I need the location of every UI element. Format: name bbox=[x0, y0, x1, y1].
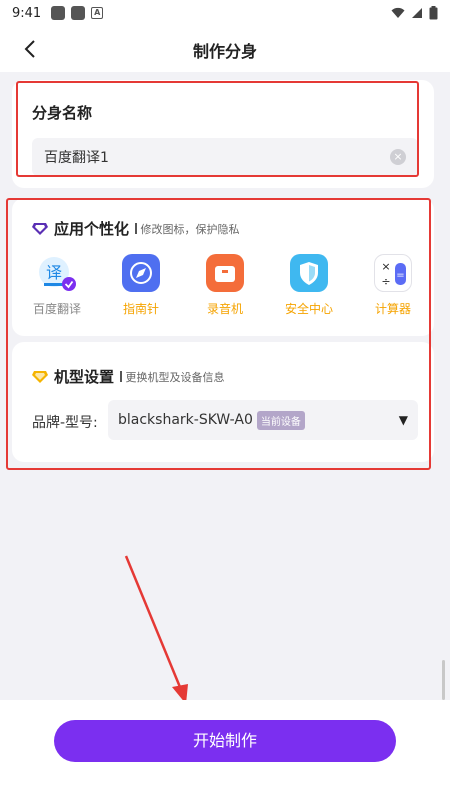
clone-name-value: 百度翻译1 bbox=[44, 150, 109, 166]
clone-name-card: 分身名称 百度翻译1 × bbox=[12, 80, 434, 188]
notification-a-icon: A bbox=[91, 7, 104, 19]
scrollbar[interactable] bbox=[442, 660, 445, 700]
device-settings-card: 机型设置 更换机型及设备信息 品牌-型号: blackshark-SKW-A0 … bbox=[12, 342, 434, 462]
divider bbox=[135, 223, 137, 234]
brand-model-label: 品牌-型号: bbox=[32, 415, 98, 431]
personalize-subtitle: 修改图标，保护隐私 bbox=[140, 222, 240, 236]
recorder-icon bbox=[206, 254, 244, 292]
app-label: 录音机 bbox=[206, 302, 243, 316]
clone-name-title: 分身名称 bbox=[32, 104, 93, 122]
nav-bar: 制作分身 bbox=[0, 26, 450, 72]
divider bbox=[120, 371, 122, 382]
svg-text:÷: ÷ bbox=[381, 275, 390, 288]
start-creating-button[interactable]: 开始制作 bbox=[54, 720, 396, 762]
page-title: 制作分身 bbox=[192, 42, 257, 61]
device-subtitle: 更换机型及设备信息 bbox=[125, 370, 225, 384]
wifi-icon bbox=[391, 7, 405, 18]
app-option-security-center[interactable]: 安全中心 bbox=[274, 254, 344, 317]
app-option-recorder[interactable]: 录音机 bbox=[190, 254, 260, 317]
app-label: 安全中心 bbox=[284, 302, 333, 316]
app-label: 计算器 bbox=[374, 302, 411, 316]
battery-icon bbox=[429, 6, 438, 20]
arrow-annotation bbox=[124, 555, 188, 704]
device-title: 机型设置 bbox=[54, 368, 115, 386]
app-label: 指南针 bbox=[122, 302, 159, 316]
clone-name-input[interactable]: 百度翻译1 × bbox=[32, 138, 418, 176]
shield-icon bbox=[290, 254, 328, 292]
app-option-compass[interactable]: 指南针 bbox=[106, 254, 176, 317]
personalize-title: 应用个性化 bbox=[54, 220, 130, 238]
diamond-gold-icon bbox=[32, 370, 48, 383]
svg-text:×: × bbox=[381, 260, 390, 273]
signal-icon bbox=[412, 8, 422, 18]
model-value: blackshark-SKW-A0 bbox=[118, 412, 253, 428]
app-option-calculator[interactable]: × ÷ = 计算器 bbox=[358, 254, 428, 317]
status-time: 9:41 bbox=[12, 5, 42, 21]
notification-icon bbox=[51, 6, 66, 20]
caret-down-icon: ▼ bbox=[398, 413, 408, 427]
baidu-translate-icon: 译 bbox=[38, 254, 76, 292]
clear-icon[interactable]: × bbox=[390, 149, 406, 165]
device-header: 机型设置 更换机型及设备信息 bbox=[32, 366, 225, 387]
compass-icon bbox=[122, 254, 160, 292]
svg-text:=: = bbox=[396, 270, 404, 281]
app-icon-row: 译 百度翻译 指南针 录音机 安全中心 × ÷ = 计算器 bbox=[12, 254, 434, 324]
app-personalize-card: 应用个性化 修改图标，保护隐私 译 百度翻译 指南针 录音机 安全中心 × ÷ … bbox=[12, 198, 434, 336]
status-right bbox=[391, 6, 438, 20]
app-label: 百度翻译 bbox=[32, 302, 81, 316]
calculator-icon: × ÷ = bbox=[374, 254, 412, 292]
bottom-bar: 开始制作 bbox=[0, 700, 450, 800]
status-bar: 9:41 A bbox=[0, 0, 450, 26]
diamond-icon bbox=[32, 222, 48, 235]
notification-icon bbox=[71, 6, 86, 20]
app-option-baidu-translate[interactable]: 译 百度翻译 bbox=[22, 254, 92, 317]
personalize-header: 应用个性化 修改图标，保护隐私 bbox=[32, 218, 240, 239]
current-device-badge: 当前设备 bbox=[256, 410, 305, 430]
brand-model-select[interactable]: blackshark-SKW-A0 当前设备 ▼ bbox=[108, 400, 418, 440]
translate-glyph: 译 bbox=[46, 263, 62, 282]
page-content: 分身名称 百度翻译1 × 应用个性化 修改图标，保护隐私 译 百度翻译 指南针 … bbox=[0, 72, 450, 722]
